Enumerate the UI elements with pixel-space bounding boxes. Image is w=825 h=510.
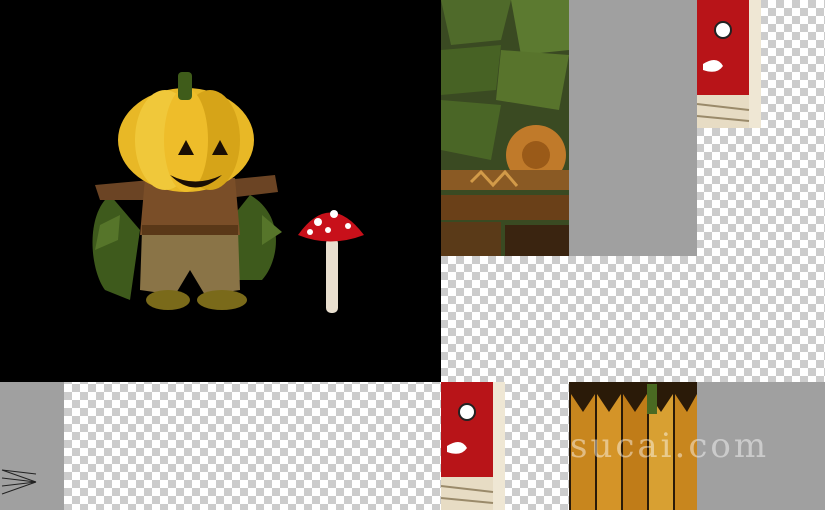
foliage-texture xyxy=(441,0,569,256)
gray-texture-panel xyxy=(569,0,697,256)
scene-render xyxy=(92,72,364,313)
pumpkin-scarecrow-character-icon xyxy=(92,72,282,310)
banner-texture xyxy=(697,0,761,128)
banner-texture xyxy=(441,382,505,510)
mushroom-icon xyxy=(298,210,364,313)
3d-viewport[interactable] xyxy=(0,0,441,382)
axis-gizmo-icon xyxy=(1,469,37,495)
gray-texture-panel xyxy=(0,382,64,510)
watermark-text: sucai.com xyxy=(570,426,770,466)
